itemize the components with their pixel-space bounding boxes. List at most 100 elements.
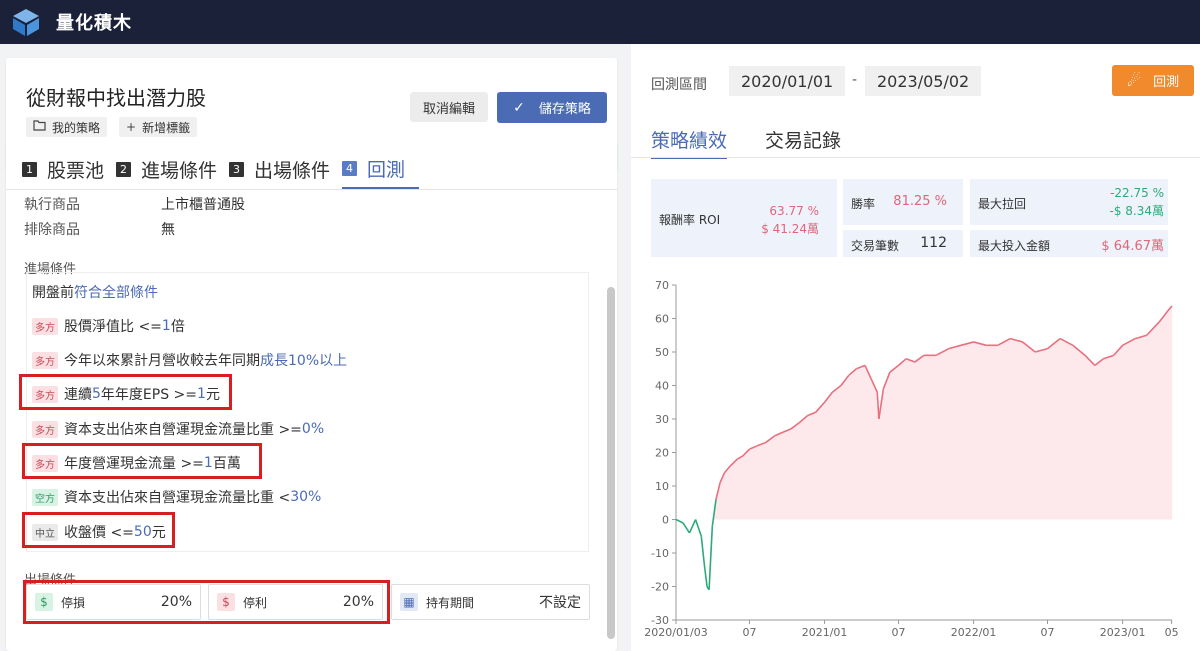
- condition-text: 今年以來累計月營收較去年同期: [64, 353, 260, 369]
- roi-label: 報酬率 ROI: [659, 213, 721, 227]
- tab-divider: [6, 189, 617, 190]
- step-number: 4: [342, 160, 358, 176]
- win-rate-card: 勝率 81.25 %: [843, 179, 963, 225]
- run-label: 回測: [1153, 75, 1180, 90]
- calendar-icon: ▦: [400, 593, 418, 611]
- holding-value: 不設定: [539, 595, 581, 611]
- roi-line-segment: [675, 518, 684, 524]
- max-investment-label: 最大投入金額: [978, 239, 1051, 253]
- strategy-title: 從財報中找出潛力股: [26, 86, 206, 110]
- save-strategy-button[interactable]: ✓ 儲存策略: [497, 92, 607, 123]
- entry-condition[interactable]: 多方 資本支出佔來自營運現金流量比重 >= 0%: [32, 419, 324, 439]
- scrollbar[interactable]: [607, 287, 615, 639]
- folder-icon: [33, 120, 46, 134]
- roi-line-segment: [688, 519, 697, 534]
- tab-entry-conditions[interactable]: 2 進場條件: [116, 149, 217, 189]
- entry-match-all-link[interactable]: 符合全部條件: [74, 282, 158, 302]
- drawdown-amount: -$ 8.34萬: [1109, 204, 1165, 218]
- entry-header-prefix: 開盤前: [32, 285, 74, 301]
- trades-label: 交易筆數: [851, 239, 900, 253]
- condition-value: 30%: [290, 489, 322, 505]
- long-badge: 多方: [32, 317, 58, 335]
- highlight-box: [22, 512, 175, 548]
- x-tick-label: 2023/01: [1100, 626, 1146, 639]
- roi-card: 報酬率 ROI 63.77 % $ 41.24萬: [651, 179, 837, 257]
- highlight-box: [23, 580, 390, 624]
- max-drawdown-card: 最大拉回 -22.75 % -$ 8.34萬: [970, 179, 1168, 225]
- roi-line-segment: [700, 536, 705, 564]
- entry-condition[interactable]: 多方 股價淨值比 <= 1倍: [32, 316, 185, 336]
- tab-label: 出場條件: [254, 159, 331, 182]
- x-tick-label: 07: [1040, 626, 1054, 639]
- y-tick-label: 70: [655, 279, 669, 292]
- x-tick-label: 2020/01/03: [644, 626, 707, 639]
- y-tick-label: -10: [651, 547, 669, 560]
- long-badge: 多方: [32, 351, 58, 369]
- exclude-label: 排除商品: [24, 222, 80, 238]
- roi-line-segment: [703, 562, 708, 587]
- roi-chart: 706050403020100-10-20-302020/01/03 07 2021…: [644, 279, 1178, 639]
- highlight-box: [19, 374, 232, 410]
- win-value: 81.25 %: [893, 194, 947, 209]
- condition-text: 股價淨值比 <=: [64, 319, 162, 335]
- entry-condition[interactable]: 多方 今年以來累計月營收較去年同期 成長10%以上: [32, 350, 347, 370]
- exec-label: 執行商品: [24, 197, 80, 213]
- run-backtest-button[interactable]: ☄ 回測: [1112, 65, 1194, 96]
- backtest-panel: 回測區間 2020/01/01 - 2023/05/02 ☄ 回測 策略績效 交…: [631, 44, 1200, 651]
- drawdown-pct: -22.75 %: [1110, 186, 1164, 200]
- top-bar: 量化積木: [0, 0, 1200, 44]
- tab-backtest[interactable]: 4 回測: [342, 149, 420, 189]
- tag-label: 我的策略: [52, 120, 101, 135]
- max-investment-card: 最大投入金額 $ 64.67萬: [970, 230, 1168, 257]
- trade-count-card: 交易筆數 112: [843, 230, 963, 257]
- condition-text: 資本支出佔來自營運現金流量比重 <: [64, 490, 291, 506]
- step-number: 1: [22, 161, 37, 177]
- y-tick-label: 0: [662, 514, 669, 527]
- rocket-icon: ☄: [1126, 71, 1142, 90]
- step-tabs: 1 股票池 2 進場條件 3 出場條件 4 回測: [22, 149, 431, 189]
- entry-header: 開盤前 符合全部條件: [32, 282, 158, 302]
- backtest-range-label: 回測區間: [651, 77, 707, 93]
- long-badge: 多方: [32, 420, 58, 438]
- tab-label: 進場條件: [141, 159, 218, 182]
- save-label: 儲存策略: [538, 102, 591, 117]
- cancel-edit-button[interactable]: 取消編輯: [410, 92, 488, 122]
- condition-text: 資本支出佔來自營運現金流量比重 >=: [64, 422, 302, 438]
- entry-condition[interactable]: 空方 資本支出佔來自營運現金流量比重 < 30%: [32, 487, 321, 507]
- max-investment-value: $ 64.67萬: [1101, 239, 1164, 254]
- add-tag-button[interactable]: + 新增標籤: [119, 117, 198, 137]
- plus-icon: +: [126, 120, 137, 134]
- y-tick-label: 10: [655, 480, 669, 493]
- y-tick-label: 50: [655, 346, 669, 359]
- y-tick-label: 30: [655, 413, 669, 426]
- condition-value: 1: [161, 318, 171, 334]
- tab-performance[interactable]: 策略績效: [651, 126, 728, 159]
- roi-line-segment: [708, 526, 714, 590]
- win-label: 勝率: [851, 197, 876, 211]
- condition-unit: 倍: [170, 319, 185, 335]
- tab-stock-pool[interactable]: 1 股票池: [22, 149, 104, 189]
- check-icon: ✓: [513, 99, 525, 116]
- strategy-steps-card: 1 股票池 2 進場條件 3 出場條件 4 回測 執行商品 上市櫃普通股 排除商…: [6, 141, 617, 651]
- tab-label: 回測: [367, 158, 406, 181]
- roi-amount: $ 41.24萬: [761, 222, 819, 236]
- end-date-input[interactable]: 2023/05/02: [865, 66, 982, 96]
- holding-period-field[interactable]: ▦ 持有期間 不設定: [391, 584, 590, 620]
- roi-line-segment: [694, 519, 703, 537]
- step-number: 2: [116, 161, 132, 177]
- tag-label: 新增標籤: [142, 120, 191, 135]
- entry-conditions-box: [26, 272, 589, 552]
- tab-trade-records[interactable]: 交易記錄: [765, 126, 841, 153]
- start-date-input[interactable]: 2020/01/01: [729, 66, 846, 96]
- exec-value: 上市櫃普通股: [161, 197, 245, 213]
- roi-pct: 63.77 %: [769, 204, 819, 218]
- x-tick-label: 2021/01: [802, 626, 848, 639]
- trades-value: 112: [920, 235, 947, 251]
- x-tick-label: 2022/01: [951, 626, 997, 639]
- roi-line-segment: [682, 522, 691, 534]
- drawdown-label: 最大拉回: [978, 197, 1027, 211]
- highlight-box: [22, 443, 262, 479]
- tab-exit-conditions[interactable]: 3 出場條件: [229, 149, 330, 189]
- strategy-panel: 從財報中找出潛力股 我的策略 + 新增標籤 取消編輯 ✓ 儲存策略 1 股票池 …: [0, 44, 625, 651]
- tag-my-strategy[interactable]: 我的策略: [26, 117, 108, 137]
